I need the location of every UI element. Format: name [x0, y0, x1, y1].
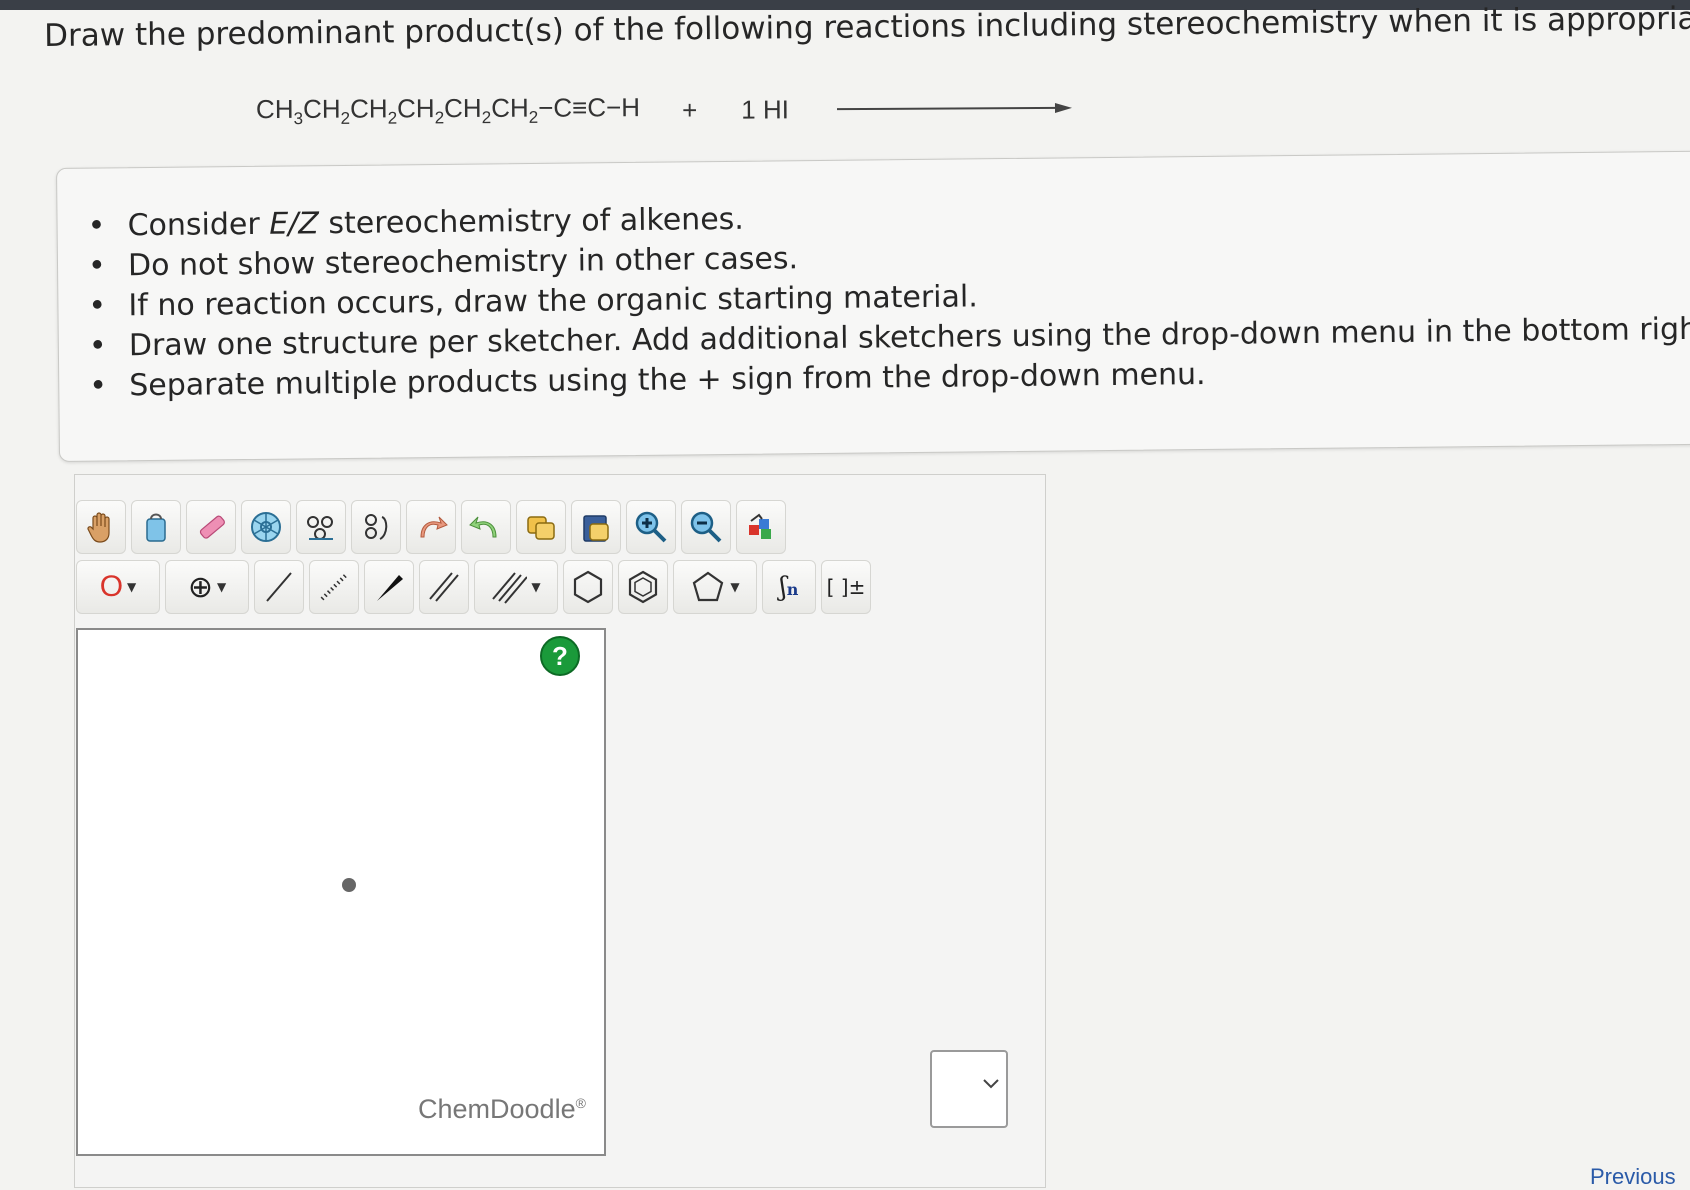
single-bond-button[interactable]	[254, 560, 304, 614]
dropdown-arrow-icon: ▼	[730, 580, 740, 594]
dropdown-arrow-icon: ▼	[127, 580, 137, 594]
plus-sign: +	[681, 94, 698, 125]
benzene-button[interactable]	[618, 560, 668, 614]
hexagon-icon	[573, 570, 603, 604]
triple-bond-dropdown[interactable]: ▼	[474, 560, 558, 614]
triple-bond-icon	[492, 572, 528, 604]
single-bond-icon	[266, 572, 292, 602]
chevron-down-icon	[983, 1079, 999, 1089]
clean-structure-button[interactable]	[296, 500, 346, 554]
double-bond-icon	[429, 572, 459, 602]
flip-icon	[365, 514, 388, 540]
reagent-label: 1 HI	[741, 93, 790, 125]
double-bond-button[interactable]	[419, 560, 469, 614]
lasso-tool-button[interactable]	[131, 500, 181, 554]
toolbar-row-1	[76, 500, 791, 554]
charge-dropdown[interactable]: ⊕ ▼	[165, 560, 249, 614]
hash-bond-button[interactable]	[309, 560, 359, 614]
bracket-button[interactable]: [ ]±	[821, 560, 871, 614]
undo-icon	[420, 516, 448, 538]
instructions-box: Consider E/Z stereochemistry of alkenes.…	[56, 150, 1690, 462]
dropdown-arrow-icon: ▼	[531, 580, 541, 594]
hand-icon	[87, 512, 110, 543]
sgroup-icon: ʃn	[779, 572, 799, 602]
cyclohexane-button[interactable]	[563, 560, 613, 614]
redo-icon	[469, 516, 497, 538]
hand-tool-button[interactable]	[76, 500, 126, 554]
ring-template-icon	[251, 512, 281, 542]
reaction-equation: CH3CH2CH2CH2CH2CH2−C≡C−H + 1 HI	[256, 90, 1072, 130]
zoom-out-icon	[690, 511, 722, 543]
lasso-icon	[146, 513, 166, 542]
clean-icon	[307, 516, 333, 540]
copy-button[interactable]	[516, 500, 566, 554]
color-settings-icon	[749, 513, 771, 539]
atom-select-dropdown[interactable]: O ▼	[76, 560, 160, 614]
toolbar-row-2: O ▼ ⊕ ▼ ▼ ▼ ʃn [ ]±	[76, 560, 876, 614]
template-tool-button[interactable]	[241, 500, 291, 554]
settings-button[interactable]	[736, 500, 786, 554]
undo-button[interactable]	[406, 500, 456, 554]
zoom-in-icon	[635, 511, 667, 543]
atom-label: O	[99, 570, 124, 603]
reactant-formula: CH3CH2CH2CH2CH2CH2−C≡C−H	[255, 92, 641, 129]
benzene-icon	[628, 570, 658, 604]
sgroup-button[interactable]: ʃn	[762, 560, 816, 614]
previous-link[interactable]: Previous	[1590, 1164, 1676, 1190]
canvas-dot	[342, 878, 356, 892]
hash-bond-icon	[320, 573, 348, 601]
eraser-tool-button[interactable]	[186, 500, 236, 554]
eraser-icon	[199, 515, 225, 539]
bracket-icon: [ ]±	[826, 575, 866, 599]
zoom-out-button[interactable]	[681, 500, 731, 554]
wedge-bond-button[interactable]	[364, 560, 414, 614]
pentagon-icon	[693, 571, 724, 602]
copy-icon	[527, 516, 555, 540]
dropdown-arrow-icon: ▼	[216, 580, 227, 594]
cyclopentane-dropdown[interactable]: ▼	[673, 560, 757, 614]
drawing-canvas[interactable]	[76, 628, 606, 1156]
instructions-list: Consider E/Z stereochemistry of alkenes.…	[127, 189, 1690, 406]
paste-button[interactable]	[571, 500, 621, 554]
zoom-in-button[interactable]	[626, 500, 676, 554]
flip-button[interactable]	[351, 500, 401, 554]
help-button[interactable]: ?	[540, 636, 580, 676]
chemdoodle-logo: ChemDoodle®	[418, 1094, 586, 1124]
wedge-bond-icon	[377, 575, 403, 601]
charge-plus-icon: ⊕	[187, 569, 213, 605]
reaction-arrow-icon	[836, 102, 1072, 113]
paste-icon	[583, 515, 609, 542]
redo-button[interactable]	[461, 500, 511, 554]
